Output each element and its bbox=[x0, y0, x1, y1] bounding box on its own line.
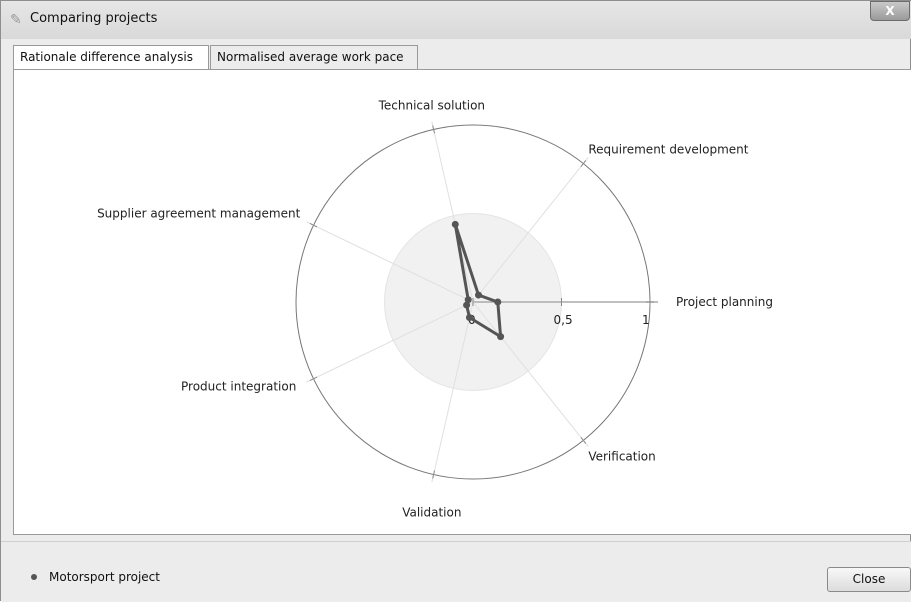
legend-label: Motorsport project bbox=[49, 570, 160, 584]
data-point-2 bbox=[451, 220, 459, 228]
data-point-1 bbox=[475, 291, 483, 299]
axis-label-0: Project planning bbox=[676, 295, 773, 309]
axis-label-1: Requirement development bbox=[588, 142, 748, 156]
axis-label-2: Technical solution bbox=[378, 99, 485, 113]
window: ✎ Comparing projects X Rationale differe… bbox=[0, 0, 911, 602]
axis-label-3: Supplier agreement management bbox=[97, 207, 301, 221]
radial-tick-label: 0,5 bbox=[554, 313, 573, 327]
chart-panel: 00,51Project planningRequirement develop… bbox=[13, 69, 911, 535]
axis-label-5: Validation bbox=[402, 505, 461, 519]
axis-label-4: Product integration bbox=[181, 379, 296, 393]
data-point-5 bbox=[465, 314, 473, 322]
tab-label: Rationale difference analysis bbox=[20, 50, 193, 64]
data-point-4 bbox=[463, 301, 471, 309]
spoke-tick-1 bbox=[580, 160, 587, 168]
close-button[interactable]: Close bbox=[827, 567, 911, 592]
tab-label: Normalised average work pace bbox=[217, 50, 404, 64]
pen-icon: ✎ bbox=[10, 12, 22, 28]
tab-normalised-average-work-pace[interactable]: Normalised average work pace bbox=[210, 45, 418, 69]
window-title: Comparing projects bbox=[30, 11, 158, 26]
radial-tick-label: 1 bbox=[642, 313, 650, 327]
axis-label-6: Verification bbox=[588, 450, 655, 464]
spoke-tick-6 bbox=[580, 436, 587, 444]
close-icon: X bbox=[885, 4, 895, 18]
data-point-6 bbox=[497, 333, 505, 341]
tab-rationale-difference-analysis[interactable]: Rationale difference analysis bbox=[13, 45, 209, 70]
title-bar: ✎ Comparing projects X bbox=[1, 1, 911, 39]
legend-marker bbox=[31, 574, 37, 580]
data-point-0 bbox=[494, 298, 502, 306]
window-close-button[interactable]: X bbox=[870, 1, 910, 21]
spoke-tick-4 bbox=[309, 376, 318, 381]
spoke-tick-3 bbox=[309, 223, 318, 228]
radar-chart: 00,51Project planningRequirement develop… bbox=[97, 99, 773, 520]
